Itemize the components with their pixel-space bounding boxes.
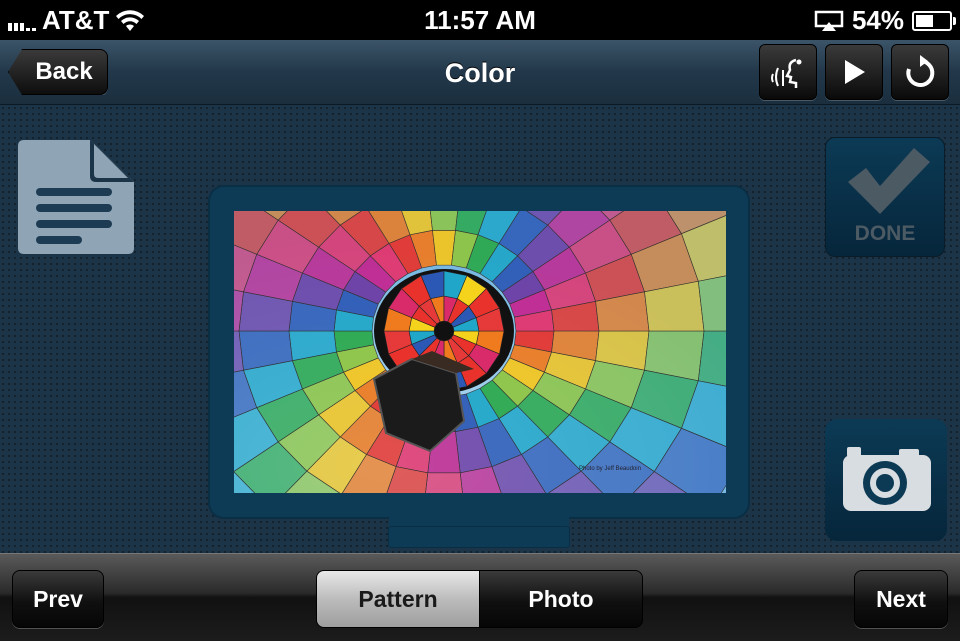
prev-button[interactable]: Prev	[12, 570, 104, 628]
balloon-panel	[425, 472, 463, 493]
balloon-panel	[429, 211, 459, 231]
done-label: DONE	[854, 222, 916, 245]
segment-pattern-label: Pattern	[358, 585, 438, 612]
play-icon	[845, 60, 865, 84]
battery-icon	[912, 10, 956, 31]
navigation-bar: Back Color	[0, 40, 960, 105]
preview-image[interactable]: Photo by Jeff Beaudoin	[234, 211, 726, 493]
balloon-photo: Photo by Jeff Beaudoin	[234, 211, 726, 493]
voice-icon	[771, 58, 802, 88]
camera-button[interactable]	[825, 419, 947, 541]
battery-percent: 54%	[851, 5, 904, 35]
prev-label: Prev	[33, 585, 83, 612]
segment-photo[interactable]: Photo	[479, 570, 643, 628]
next-label: Next	[876, 585, 926, 612]
play-button[interactable]	[825, 44, 883, 100]
segment-photo-label: Photo	[528, 585, 594, 612]
status-bar: AT&T 11:57 AM 54%	[0, 0, 960, 40]
voice-button[interactable]	[759, 44, 817, 100]
photo-credit: Photo by Jeff Beaudoin	[579, 466, 641, 472]
camera-icon	[843, 447, 931, 511]
refresh-icon	[906, 55, 935, 87]
document-icon	[18, 140, 134, 254]
refresh-button[interactable]	[891, 44, 949, 100]
next-button[interactable]: Next	[854, 570, 948, 628]
status-right: 54%	[814, 5, 956, 36]
monitor-neck	[389, 517, 569, 527]
airplay-icon	[814, 10, 844, 31]
bottom-toolbar: Prev Pattern Photo Next	[0, 553, 960, 641]
segment-pattern[interactable]: Pattern	[316, 570, 480, 628]
done-button[interactable]: DONE	[825, 137, 945, 257]
monitor-stand	[389, 527, 569, 547]
document-button[interactable]	[14, 136, 136, 258]
checkmark-icon	[848, 148, 930, 214]
